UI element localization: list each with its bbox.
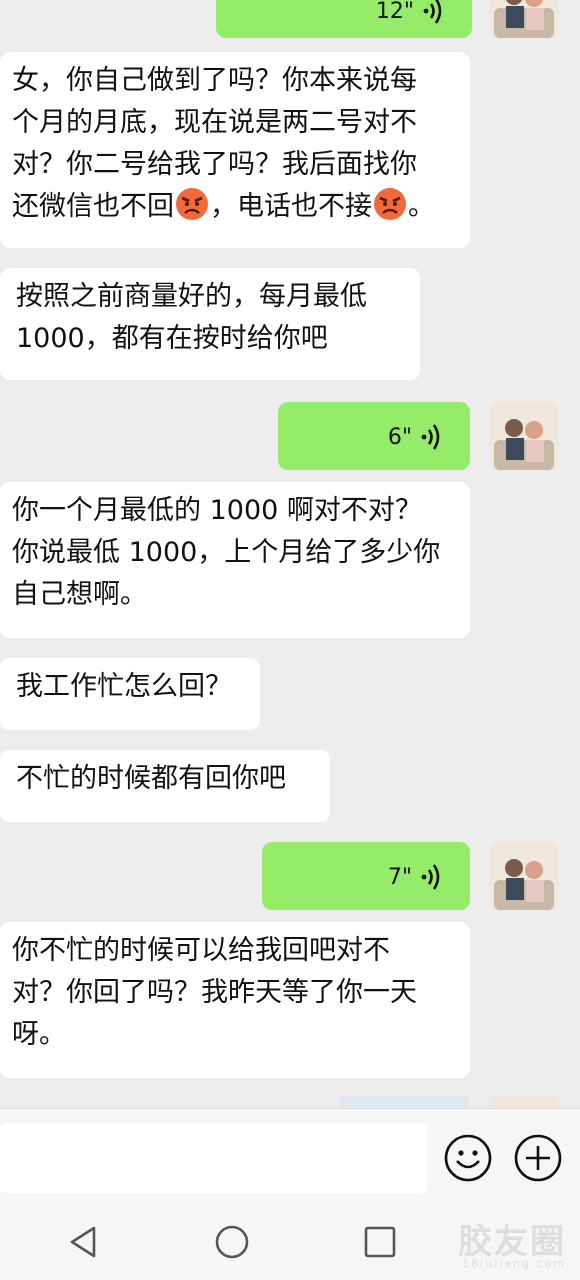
message-line: 你说最低 1000，上个月给了多少你 — [12, 537, 441, 568]
watermark-sub: 18iuliang.com — [462, 1257, 566, 1270]
input-bar — [0, 1108, 580, 1205]
incoming-text-bubble[interactable]: 我工作忙怎么回？ — [0, 658, 260, 730]
message-line: 我工作忙怎么回？ — [16, 671, 232, 702]
circle-home-icon[interactable] — [212, 1222, 252, 1262]
message-line: 个月的月底，现在说是两二号对不 — [12, 107, 417, 138]
message-line: 还微信也不回 ，电话也不接 。 — [12, 186, 456, 228]
message-line: 女，你自己做到了吗？你本来说每 — [12, 65, 417, 96]
avatar[interactable] — [490, 402, 558, 470]
voice-message-bubble[interactable]: 12" — [216, 0, 472, 38]
voice-duration: 7" — [387, 865, 412, 890]
watermark-main: 胶友圈 — [458, 1222, 566, 1262]
voice-message-bubble[interactable]: 7" — [262, 842, 470, 910]
triangle-back-icon[interactable] — [64, 1222, 104, 1262]
message-text: 。 — [408, 191, 435, 222]
message-line: 不忙的时候都有回你吧 — [16, 763, 286, 794]
message-line: 按照之前商量好的，每月最低 — [16, 281, 367, 312]
avatar[interactable] — [490, 0, 558, 38]
incoming-text-bubble[interactable]: 你不忙的时候可以给我回吧对不 对？你回了吗？我昨天等了你一天 呀。 — [0, 922, 470, 1078]
incoming-text-bubble[interactable]: 按照之前商量好的，每月最低 1000，都有在按时给你吧 — [0, 268, 420, 380]
angry-face-icon — [176, 188, 208, 220]
message-line: 1000，都有在按时给你吧 — [16, 323, 328, 354]
message-line: 呀。 — [12, 1019, 66, 1050]
smiley-icon[interactable] — [443, 1133, 493, 1183]
avatar-photo — [490, 0, 558, 38]
voice-wave-icon — [421, 864, 440, 890]
voice-wave-icon — [423, 0, 442, 24]
message-line: 对？你二号给我了吗？我后面找你 — [12, 149, 417, 180]
avatar-photo — [490, 842, 558, 910]
incoming-text-bubble[interactable]: 不忙的时候都有回你吧 — [0, 750, 330, 822]
voice-message-bubble[interactable]: 6" — [278, 402, 470, 470]
avatar[interactable] — [490, 1096, 558, 1108]
message-text: ，电话也不接 — [210, 191, 372, 222]
avatar[interactable] — [490, 842, 558, 910]
voice-duration: 6" — [387, 425, 412, 450]
incoming-text-bubble[interactable]: 你一个月最低的 1000 啊对不对？ 你说最低 1000，上个月给了多少你 自己… — [0, 482, 470, 638]
plus-icon[interactable] — [513, 1133, 563, 1183]
angry-face-icon — [374, 188, 406, 220]
message-text: 还微信也不回 — [12, 191, 174, 222]
voice-duration: 12" — [375, 0, 414, 24]
chat-area[interactable]: 12" 女，你自己做到了吗？你本来说每 个月的月底，现在说是两二号对不 对？你二… — [0, 0, 580, 1108]
message-input[interactable] — [0, 1123, 427, 1193]
watermark: 胶友圈 18iuliang.com — [458, 1214, 566, 1270]
avatar-photo — [490, 402, 558, 470]
voice-wave-icon — [421, 424, 440, 450]
message-line: 自己想啊。 — [12, 579, 147, 610]
incoming-text-bubble[interactable]: 女，你自己做到了吗？你本来说每 个月的月底，现在说是两二号对不 对？你二号给我了… — [0, 52, 470, 248]
square-recent-icon[interactable] — [360, 1222, 400, 1262]
message-line: 对？你回了吗？我昨天等了你一天 — [12, 977, 417, 1008]
partial-image-message[interactable] — [340, 1096, 470, 1108]
message-line: 你不忙的时候可以给我回吧对不 — [12, 935, 390, 966]
message-line: 你一个月最低的 1000 啊对不对？ — [12, 495, 422, 526]
